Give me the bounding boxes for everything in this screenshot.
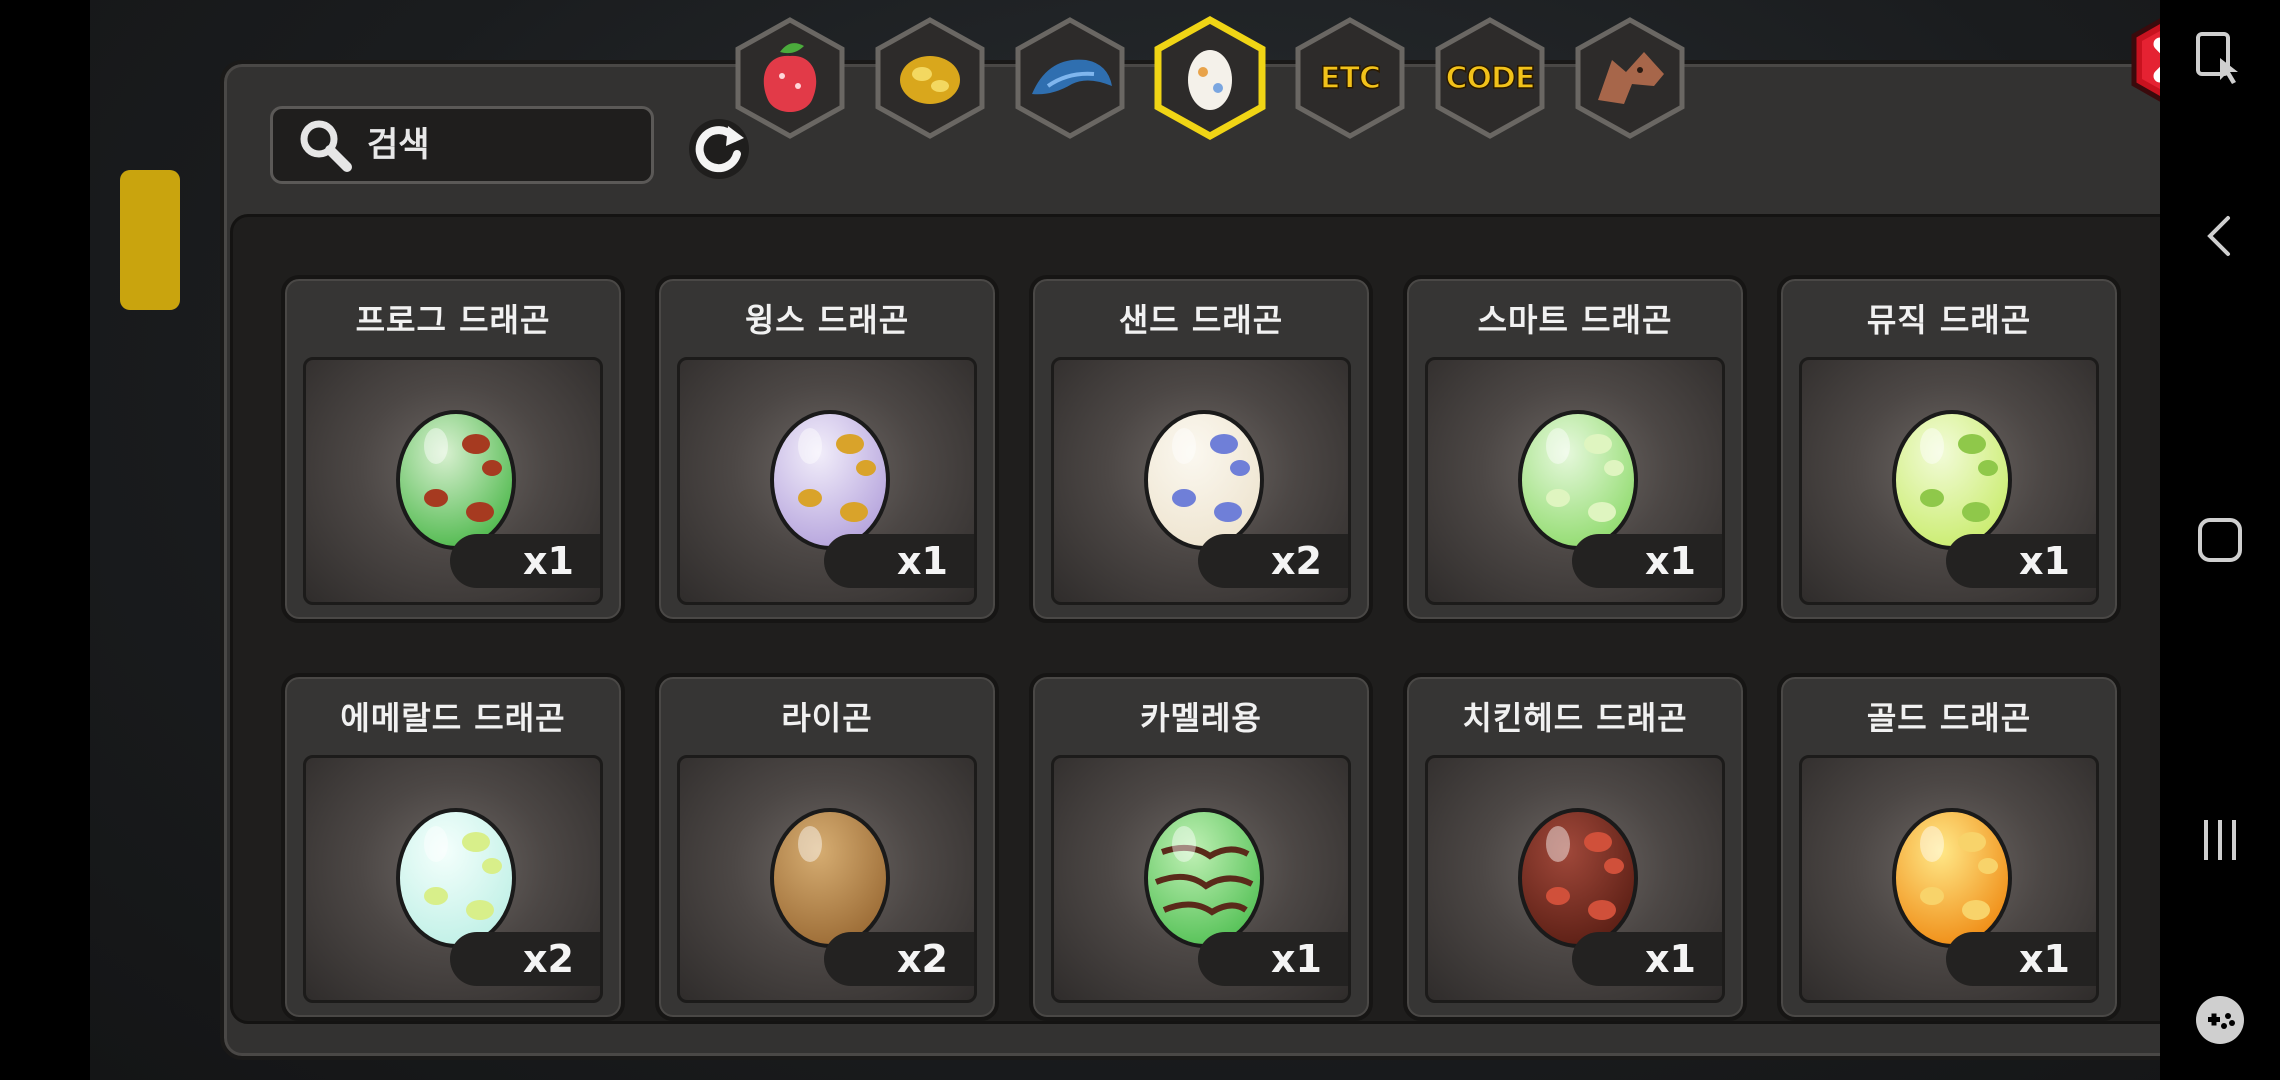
egg-count: x2 (450, 932, 600, 986)
egg-card[interactable]: 카멜레용 x1 (1029, 673, 1373, 1021)
recents-icon (2204, 820, 2236, 860)
background-ui-fragment (120, 170, 180, 310)
egg-card[interactable]: 뮤직 드래곤 x1 (1777, 275, 2121, 623)
egg-count: x1 (1946, 932, 2096, 986)
egg-slot: x2 (303, 755, 603, 1003)
tab-egg[interactable] (1148, 15, 1272, 141)
egg-count: x1 (1198, 932, 1348, 986)
back-button[interactable] (2180, 196, 2260, 276)
category-tabs: ETC CODE (90, 0, 2160, 150)
tab-code-label: CODE (1445, 60, 1536, 97)
egg-icon (396, 410, 516, 550)
egg-slot: x2 (1051, 357, 1351, 605)
egg-icon (770, 410, 890, 550)
egg-card[interactable]: 윙스 드래곤 x1 (655, 275, 999, 623)
egg-icon (1144, 808, 1264, 948)
egg-icon (1518, 410, 1638, 550)
egg-name: 라이곤 (781, 699, 873, 737)
tab-etc[interactable]: ETC (1288, 16, 1412, 140)
egg-card[interactable]: 스마트 드래곤 x1 (1403, 275, 1747, 623)
egg-slot: x1 (1425, 357, 1725, 605)
screen-touch-icon (2196, 32, 2238, 84)
game-tools-button[interactable] (2180, 980, 2260, 1060)
egg-count: x1 (450, 534, 600, 588)
screen-touch-button[interactable] (2180, 18, 2260, 98)
egg-slot: x1 (1799, 755, 2099, 1003)
egg-name: 카멜레용 (1140, 699, 1262, 737)
egg-name: 샌드 드래곤 (1118, 301, 1284, 339)
dragon-scale-icon (1015, 17, 1125, 139)
tab-etc-label: ETC (1319, 60, 1381, 97)
egg-slot: x1 (1799, 357, 2099, 605)
egg-slot: x1 (1051, 755, 1351, 1003)
recents-button[interactable] (2180, 800, 2260, 880)
home-icon (2198, 518, 2242, 562)
close-icon[interactable] (2126, 10, 2160, 110)
gold-nugget-icon (875, 17, 985, 139)
egg-card[interactable]: 골드 드래곤 x1 (1777, 673, 2121, 1021)
egg-name: 윙스 드래곤 (744, 301, 910, 339)
egg-icon (396, 808, 516, 948)
egg-slot: x1 (1425, 755, 1725, 1003)
egg-count: x1 (824, 534, 974, 588)
egg-card[interactable]: 프로그 드래곤 x1 (281, 275, 625, 623)
egg-icon (1892, 808, 2012, 948)
egg-icon (1144, 410, 1264, 550)
egg-count: x1 (1946, 534, 2096, 588)
strawberry-icon (735, 17, 845, 139)
egg-count: x1 (1572, 534, 1722, 588)
egg-card[interactable]: 에메랄드 드래곤 x2 (281, 673, 625, 1021)
tab-gold[interactable] (868, 16, 992, 140)
egg-slot: x2 (677, 755, 977, 1003)
tab-code[interactable]: CODE (1428, 16, 1552, 140)
egg-count: x2 (1198, 534, 1348, 588)
egg-card[interactable]: 치킨헤드 드래곤 x1 (1403, 673, 1747, 1021)
back-icon (2207, 216, 2230, 256)
tab-dragon[interactable] (1568, 16, 1692, 140)
egg-name: 스마트 드래곤 (1477, 301, 1673, 339)
egg-icon (1518, 808, 1638, 948)
system-navigation-bar (2160, 0, 2280, 1080)
egg-count: x2 (824, 932, 974, 986)
egg-card[interactable]: 라이곤 x2 (655, 673, 999, 1021)
egg-slot: x1 (677, 357, 977, 605)
game-screen: ETC CODE 프로그 드래곤 x1 윙스 드래곤 x1 샌드 드래곤 x2 스마트 드래… (90, 0, 2160, 1080)
game-tools-icon (2196, 996, 2244, 1044)
tab-scale[interactable] (1008, 16, 1132, 140)
egg-name: 골드 드래곤 (1866, 699, 2032, 737)
egg-name: 프로그 드래곤 (355, 301, 551, 339)
egg-icon (770, 808, 890, 948)
egg-name: 에메랄드 드래곤 (340, 699, 566, 737)
egg-grid: 프로그 드래곤 x1 윙스 드래곤 x1 샌드 드래곤 x2 스마트 드래곤 x1 뮤직 드래곤… (230, 214, 2160, 1024)
dragon-head-icon (1575, 17, 1685, 139)
egg-name: 치킨헤드 드래곤 (1462, 699, 1688, 737)
tab-fruit[interactable] (728, 16, 852, 140)
egg-icon (1154, 15, 1266, 141)
egg-count: x1 (1572, 932, 1722, 986)
egg-icon (1892, 410, 2012, 550)
egg-name: 뮤직 드래곤 (1866, 301, 2032, 339)
egg-card[interactable]: 샌드 드래곤 x2 (1029, 275, 1373, 623)
egg-slot: x1 (303, 357, 603, 605)
home-button[interactable] (2180, 500, 2260, 580)
